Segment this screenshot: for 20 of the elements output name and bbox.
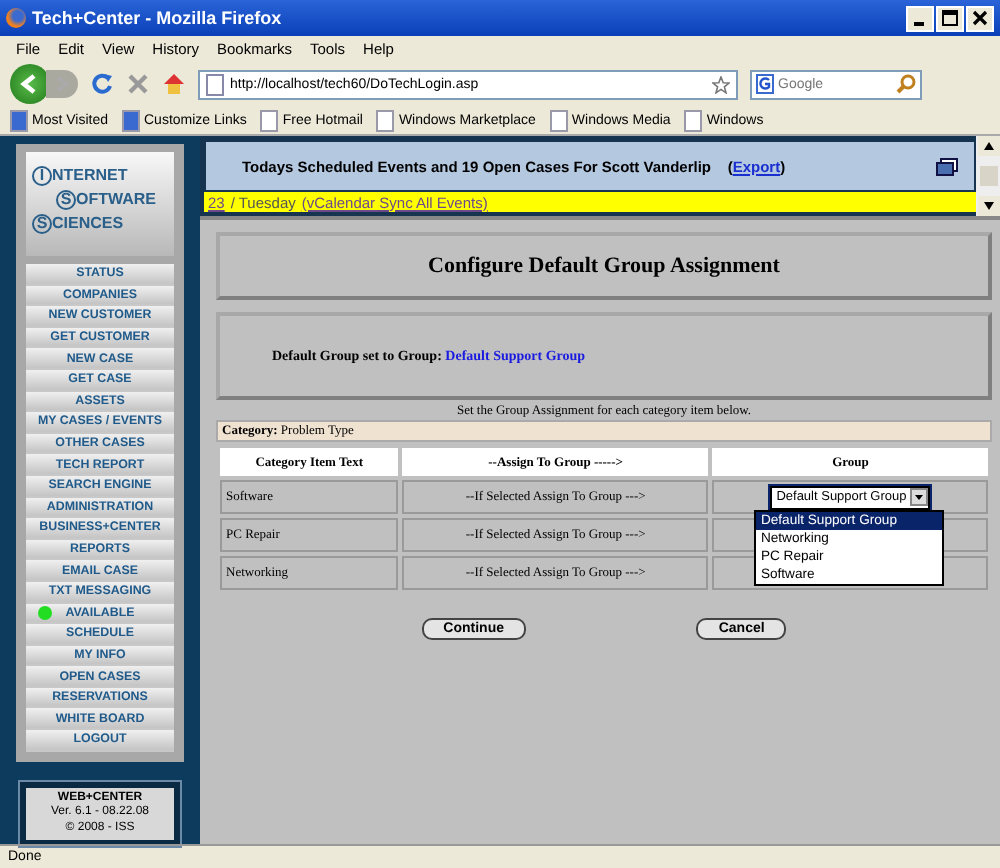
page-icon (206, 73, 224, 95)
scroll-up-icon[interactable] (977, 136, 999, 156)
scroll-down-icon[interactable] (977, 196, 999, 216)
close-icon (972, 10, 988, 26)
firefox-icon (6, 8, 26, 28)
company-logo: I NTERNET S OFTWARE S CIENCES (26, 152, 174, 256)
back-button[interactable] (10, 64, 50, 104)
star-icon[interactable] (712, 75, 730, 93)
maximize-icon (942, 10, 958, 26)
home-icon[interactable] (162, 72, 186, 96)
search-engine-icon[interactable] (756, 74, 774, 94)
reload-icon[interactable] (90, 72, 114, 96)
window-title: Tech+Center - Mozilla Firefox (32, 8, 284, 28)
minimize-button[interactable] (906, 5, 934, 31)
search-icon[interactable] (896, 74, 916, 94)
window-icon[interactable] (936, 157, 958, 175)
maximize-button[interactable] (936, 5, 964, 31)
scrollbar[interactable] (976, 136, 1000, 216)
page-title: Configure Default Group Assignment (428, 254, 780, 278)
close-button[interactable] (966, 5, 994, 31)
